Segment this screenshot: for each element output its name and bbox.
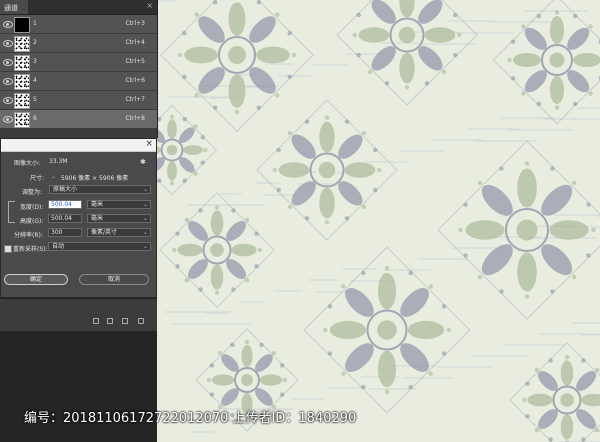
link-icon[interactable]: [8, 201, 15, 223]
resolution-label: 分辨率(R):: [14, 232, 43, 239]
channel-shortcut: Ctrl+6: [125, 77, 145, 84]
checkbox-icon[interactable]: [4, 245, 12, 253]
channel-shortcut: Ctrl+3: [125, 20, 145, 27]
fit-to-select[interactable]: 原稿大小 ⌄: [49, 185, 151, 194]
dimensions-value: 5906 像素 × 5906 像素: [61, 175, 129, 182]
chevron-down-icon: ⌄: [142, 229, 148, 236]
ok-button[interactable]: 确定: [4, 274, 68, 285]
channel-shortcut: Ctrl+8: [125, 115, 145, 122]
width-unit-select[interactable]: 毫米 ⌄: [87, 200, 151, 209]
channel-name: 5: [33, 96, 37, 103]
chevron-down-icon: ⌄: [142, 201, 148, 208]
document-canvas[interactable]: [157, 0, 600, 442]
channel-row-selected[interactable]: 6 Ctrl+8: [0, 110, 157, 129]
chevron-down-icon: ⌄: [142, 186, 148, 193]
gear-icon[interactable]: ✱: [140, 158, 146, 166]
load-selection-icon[interactable]: [93, 318, 99, 324]
channel-row[interactable]: 4 Ctrl+6: [0, 72, 157, 91]
channel-name: 3: [33, 58, 37, 65]
channel-row[interactable]: 1 Ctrl+3: [0, 15, 157, 34]
channel-shortcut: Ctrl+7: [125, 96, 145, 103]
channels-panel-footer: [0, 298, 157, 331]
channel-shortcut: Ctrl+5: [125, 58, 145, 65]
height-label: 高度(G):: [20, 218, 44, 225]
channel-row[interactable]: 5 Ctrl+7: [0, 91, 157, 110]
width-label: 宽度(D):: [20, 204, 44, 211]
eye-icon[interactable]: [3, 21, 13, 28]
new-channel-icon[interactable]: [122, 318, 128, 324]
dialog-title-bar[interactable]: ×: [1, 139, 156, 152]
height-unit: 毫米: [91, 215, 104, 222]
channel-name: 6: [33, 115, 37, 122]
resample-value: 自动: [52, 243, 65, 250]
channel-name: 4: [33, 77, 37, 84]
resolution-input[interactable]: 300: [48, 228, 82, 237]
eye-icon[interactable]: [3, 59, 13, 66]
delete-channel-icon[interactable]: [138, 318, 144, 324]
channels-panel: 通道 × 1 Ctrl+3 2 Ctrl+4 3 Ctrl+5 4 Ctrl+6…: [0, 0, 158, 138]
chevron-down-icon[interactable]: ⌄: [51, 173, 56, 180]
save-selection-icon[interactable]: [107, 318, 113, 324]
close-icon[interactable]: ×: [146, 1, 153, 10]
channel-thumbnail: [14, 36, 30, 52]
resample-select[interactable]: 自动 ⌄: [48, 242, 151, 251]
eye-icon[interactable]: [3, 40, 13, 47]
damask-pattern: [157, 0, 600, 442]
channel-thumbnail: [14, 74, 30, 90]
eye-icon[interactable]: [3, 97, 13, 104]
channel-row[interactable]: 2 Ctrl+4: [0, 34, 157, 53]
width-unit: 毫米: [91, 201, 104, 208]
resolution-unit-select[interactable]: 像素/英寸 ⌄: [87, 228, 151, 237]
channels-panel-title: 通道: [4, 4, 18, 12]
channel-row[interactable]: 3 Ctrl+5: [0, 53, 157, 72]
channel-shortcut: Ctrl+4: [125, 39, 145, 46]
channel-thumbnail: [14, 112, 30, 128]
channel-name: 2: [33, 39, 37, 46]
watermark-text: 编号：20181106172722012070 上传者ID：1840290: [24, 411, 357, 426]
eye-icon[interactable]: [3, 78, 13, 85]
chevron-down-icon: ⌄: [142, 215, 148, 222]
height-input[interactable]: 500.04: [48, 214, 82, 223]
close-icon[interactable]: ×: [145, 139, 153, 149]
channel-name: 1: [33, 20, 37, 27]
image-size-label: 图像大小:: [14, 160, 41, 167]
channel-thumbnail: [14, 17, 30, 33]
fit-to-value: 原稿大小: [53, 186, 78, 193]
chevron-down-icon: ⌄: [142, 243, 148, 250]
resample-label: 重新采样(S):: [13, 246, 48, 253]
channel-thumbnail: [14, 93, 30, 109]
channel-thumbnail: [14, 55, 30, 71]
cancel-button[interactable]: 取消: [79, 274, 149, 285]
channels-panel-header: 通道 ×: [0, 0, 157, 15]
image-size-dialog: × 图像大小: 33.3M ✱ 尺寸: ⌄ 5906 像素 × 5906 像素 …: [0, 138, 157, 298]
fit-to-label: 调整为:: [22, 189, 43, 196]
dimensions-label: 尺寸:: [30, 175, 45, 182]
image-size-value: 33.3M: [49, 158, 68, 165]
height-unit-select[interactable]: 毫米 ⌄: [87, 214, 151, 223]
resolution-unit: 像素/英寸: [91, 229, 118, 236]
eye-icon[interactable]: [3, 116, 13, 123]
width-input[interactable]: 500.04: [48, 200, 82, 209]
